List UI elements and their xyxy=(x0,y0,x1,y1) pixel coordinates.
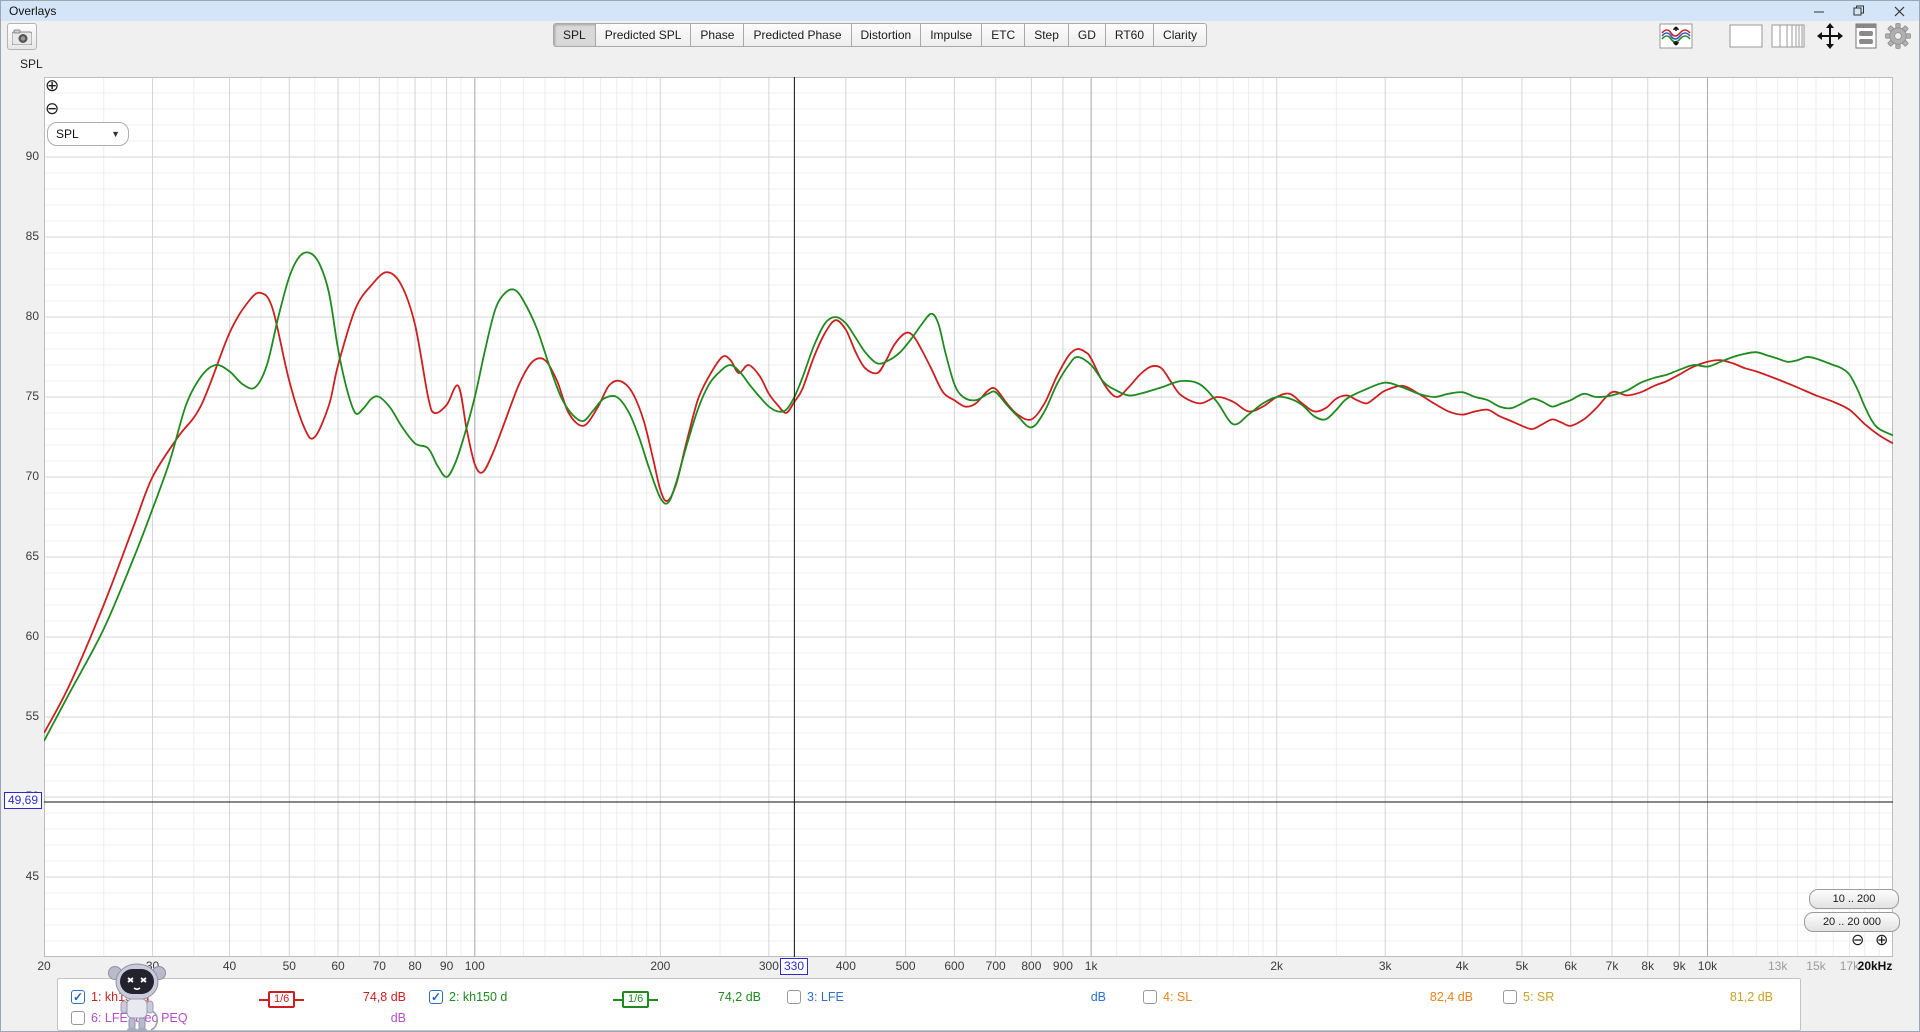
measurement-4-checkbox[interactable] xyxy=(1143,990,1157,1004)
legend-entry-3: 3: LFE xyxy=(787,990,844,1004)
overlay-type-dropdown[interactable]: SPL ▼ xyxy=(47,122,129,146)
x-tick-label: 6k xyxy=(1564,959,1578,973)
measurement-6-checkbox[interactable] xyxy=(71,1011,85,1025)
minimize-icon[interactable] xyxy=(1799,1,1839,21)
x-tick-label: 20 xyxy=(37,959,51,973)
measurement-3-label[interactable]: 3: LFE xyxy=(807,990,844,1004)
tab-gd[interactable]: GD xyxy=(1067,23,1105,47)
y-tick-label: 55 xyxy=(25,709,39,723)
tab-clarity[interactable]: Clarity xyxy=(1153,23,1208,47)
x-zoom-out-icon[interactable]: ⊖ xyxy=(1851,930,1864,950)
zoom-in-icon[interactable]: ⊕ xyxy=(45,77,59,94)
x-tick-label: 100 xyxy=(464,959,485,973)
measurement-2-level: 74,2 dB xyxy=(717,990,761,1004)
x-zoom-in-icon[interactable]: ⊕ xyxy=(1875,930,1888,950)
x-tick-label: 60 xyxy=(331,959,345,973)
x-tick-label: 400 xyxy=(835,959,856,973)
tab-distortion[interactable]: Distortion xyxy=(850,23,921,47)
y-tick-label: 75 xyxy=(25,389,39,403)
maximize-icon[interactable] xyxy=(1839,1,1879,21)
measurement-6-level: dB xyxy=(390,1011,406,1025)
overlays-window: Overlays SPL Predicted SPL Phase Predict… xyxy=(0,0,1920,1032)
x-tick-label: 2k xyxy=(1270,959,1283,973)
tab-predicted-phase[interactable]: Predicted Phase xyxy=(743,23,851,47)
cursor-frequency-readout: 330 xyxy=(780,958,809,975)
measurement-1-checkbox[interactable]: ✓ xyxy=(71,990,85,1004)
range-20-20000-button[interactable]: 20 .. 20 000 xyxy=(1804,912,1900,932)
y-tick-label: 65 xyxy=(25,549,39,563)
settings-gear-icon[interactable] xyxy=(1885,23,1911,49)
x-tick-label: 500 xyxy=(895,959,916,973)
frequency-bands-icon[interactable] xyxy=(1771,24,1805,48)
y-tick-label: 70 xyxy=(25,469,39,483)
y-tick-label: 90 xyxy=(25,149,39,163)
measurement-1-smoothing[interactable]: 1/6 xyxy=(259,991,305,1008)
cursor-level-readout: 49,69 xyxy=(4,792,43,809)
toolbar-right-icons xyxy=(1659,23,1911,49)
tab-spl[interactable]: SPL xyxy=(553,23,595,47)
chevron-down-icon: ▼ xyxy=(111,129,120,139)
measurement-legend xyxy=(57,978,1801,1031)
measurement-2-smoothing[interactable]: 1/6 xyxy=(613,991,659,1008)
pan-arrows-icon[interactable] xyxy=(1813,22,1847,50)
zoom-out-icon[interactable]: ⊖ xyxy=(45,100,59,117)
tab-impulse[interactable]: Impulse xyxy=(920,23,982,47)
x-tick-label: 5k xyxy=(1515,959,1529,973)
tab-etc[interactable]: ETC xyxy=(981,23,1025,47)
range-10-200-button[interactable]: 10 .. 200 xyxy=(1809,889,1899,909)
x-tick-label: 200 xyxy=(650,959,671,973)
legend-entry-5: 5: SR xyxy=(1503,990,1554,1004)
measurement-5-checkbox[interactable] xyxy=(1503,990,1517,1004)
y-tick-label: 85 xyxy=(25,229,39,243)
spl-plot-area[interactable] xyxy=(44,77,1893,957)
measurement-3-checkbox[interactable] xyxy=(787,990,801,1004)
measurement-4-level: 82,4 dB xyxy=(1429,990,1473,1004)
measurement-3-level: dB xyxy=(1090,990,1106,1004)
overlay-type-value: SPL xyxy=(56,127,79,141)
tab-predicted-spl[interactable]: Predicted SPL xyxy=(594,23,691,47)
x-tick-label: 10k xyxy=(1697,959,1718,973)
x-tick-label: 20kHz xyxy=(1857,959,1893,973)
camera-icon xyxy=(12,29,32,45)
tab-step[interactable]: Step xyxy=(1024,23,1068,47)
x-tick-label: 1k xyxy=(1084,959,1098,973)
x-tick-label: 600 xyxy=(944,959,965,973)
legend-entry-2: ✓ 2: kh150 d xyxy=(429,990,507,1004)
measurement-2-checkbox[interactable]: ✓ xyxy=(429,990,443,1004)
tab-phase[interactable]: Phase xyxy=(690,23,744,47)
y-axis-title: SPL xyxy=(20,57,43,71)
x-tick-label: 3k xyxy=(1378,959,1392,973)
tab-rt60[interactable]: RT60 xyxy=(1104,23,1154,47)
close-icon[interactable] xyxy=(1879,1,1919,21)
x-tick-label: 50 xyxy=(282,959,296,973)
robot-sticker xyxy=(108,963,166,1031)
measurement-2-label[interactable]: 2: kh150 d xyxy=(449,990,507,1004)
blank-graph-icon[interactable] xyxy=(1729,24,1763,48)
y-tick-label: 80 xyxy=(25,309,39,323)
measurement-1-level: 74,8 dB xyxy=(362,990,406,1004)
x-tick-label: 4k xyxy=(1455,959,1469,973)
y-tick-label: 60 xyxy=(25,629,39,643)
measurement-4-label[interactable]: 4: SL xyxy=(1163,990,1192,1004)
measurement-5-label[interactable]: 5: SR xyxy=(1523,990,1554,1004)
title-bar: Overlays xyxy=(1,1,1919,21)
capture-camera-button[interactable] xyxy=(7,23,37,50)
toolbar: SPL Predicted SPL Phase Predicted Phase … xyxy=(1,21,1919,51)
window-title: Overlays xyxy=(9,4,57,18)
graph-tabs: SPL Predicted SPL Phase Predicted Phase … xyxy=(553,23,1208,47)
measurement-5-level: 81,2 dB xyxy=(1729,990,1773,1004)
overlay-curves-icon[interactable] xyxy=(1659,23,1693,49)
graph-layout-icon[interactable] xyxy=(1855,23,1877,49)
y-tick-label: 45 xyxy=(25,869,39,883)
x-tick-label: 40 xyxy=(222,959,237,973)
legend-entry-4: 4: SL xyxy=(1143,990,1192,1004)
